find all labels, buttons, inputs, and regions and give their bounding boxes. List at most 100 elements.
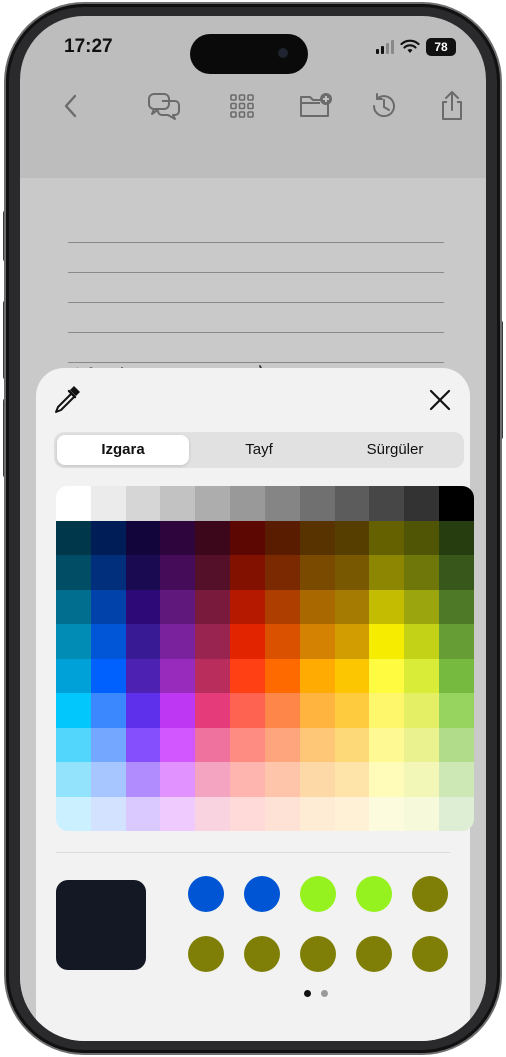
close-icon[interactable] bbox=[426, 386, 454, 414]
color-cell[interactable] bbox=[404, 796, 440, 831]
favorite-color[interactable] bbox=[356, 876, 392, 912]
color-cell[interactable] bbox=[230, 520, 265, 555]
color-cell[interactable] bbox=[160, 693, 196, 728]
page-dot[interactable] bbox=[321, 990, 328, 997]
color-cell[interactable] bbox=[369, 727, 405, 762]
color-cell[interactable] bbox=[230, 693, 265, 728]
favorite-color[interactable] bbox=[188, 876, 224, 912]
color-cell[interactable] bbox=[439, 727, 474, 762]
color-cell[interactable] bbox=[299, 486, 335, 521]
color-cell[interactable] bbox=[404, 555, 440, 590]
color-cell[interactable] bbox=[230, 486, 265, 521]
color-cell[interactable] bbox=[439, 486, 474, 521]
folder-add-icon[interactable] bbox=[298, 88, 334, 124]
color-cell[interactable] bbox=[160, 727, 196, 762]
color-cell[interactable] bbox=[299, 796, 335, 831]
color-cell[interactable] bbox=[90, 796, 126, 831]
color-cell[interactable] bbox=[195, 624, 231, 659]
color-cell[interactable] bbox=[404, 624, 440, 659]
color-cell[interactable] bbox=[195, 555, 231, 590]
color-cell[interactable] bbox=[369, 555, 405, 590]
color-cell[interactable] bbox=[125, 624, 161, 659]
color-cell[interactable] bbox=[264, 658, 300, 693]
tab-grid[interactable]: Izgara bbox=[57, 435, 189, 465]
color-cell[interactable] bbox=[404, 658, 440, 693]
color-cell[interactable] bbox=[125, 555, 161, 590]
color-cell[interactable] bbox=[90, 727, 126, 762]
color-cell[interactable] bbox=[439, 796, 474, 831]
color-cell[interactable] bbox=[369, 486, 405, 521]
color-cell[interactable] bbox=[334, 555, 370, 590]
color-cell[interactable] bbox=[56, 693, 91, 728]
color-cell[interactable] bbox=[334, 727, 370, 762]
color-cell[interactable] bbox=[90, 658, 126, 693]
color-cell[interactable] bbox=[125, 589, 161, 624]
color-cell[interactable] bbox=[90, 589, 126, 624]
favorite-color[interactable] bbox=[300, 876, 336, 912]
favorite-color[interactable] bbox=[356, 936, 392, 972]
color-cell[interactable] bbox=[56, 486, 91, 521]
color-cell[interactable] bbox=[299, 520, 335, 555]
color-cell[interactable] bbox=[299, 589, 335, 624]
color-cell[interactable] bbox=[264, 624, 300, 659]
color-cell[interactable] bbox=[125, 520, 161, 555]
color-cell[interactable] bbox=[56, 727, 91, 762]
color-cell[interactable] bbox=[125, 658, 161, 693]
color-cell[interactable] bbox=[404, 589, 440, 624]
color-cell[interactable] bbox=[334, 658, 370, 693]
color-cell[interactable] bbox=[230, 555, 265, 590]
color-cell[interactable] bbox=[369, 658, 405, 693]
color-cell[interactable] bbox=[264, 727, 300, 762]
color-cell[interactable] bbox=[439, 555, 474, 590]
color-cell[interactable] bbox=[230, 762, 265, 797]
color-cell[interactable] bbox=[369, 762, 405, 797]
color-cell[interactable] bbox=[334, 693, 370, 728]
color-cell[interactable] bbox=[264, 762, 300, 797]
color-cell[interactable] bbox=[56, 520, 91, 555]
color-cell[interactable] bbox=[404, 727, 440, 762]
color-cell[interactable] bbox=[125, 796, 161, 831]
color-cell[interactable] bbox=[264, 486, 300, 521]
color-cell[interactable] bbox=[160, 520, 196, 555]
favorite-color[interactable] bbox=[412, 936, 448, 972]
color-cell[interactable] bbox=[334, 520, 370, 555]
color-cell[interactable] bbox=[369, 693, 405, 728]
color-cell[interactable] bbox=[369, 624, 405, 659]
favorite-color[interactable] bbox=[300, 936, 336, 972]
current-color-swatch[interactable] bbox=[56, 880, 146, 970]
color-cell[interactable] bbox=[299, 555, 335, 590]
color-cell[interactable] bbox=[230, 796, 265, 831]
color-cell[interactable] bbox=[439, 762, 474, 797]
tab-spectrum[interactable]: Tayf bbox=[193, 435, 325, 465]
tab-sliders[interactable]: Sürgüler bbox=[329, 435, 461, 465]
color-cell[interactable] bbox=[230, 658, 265, 693]
comments-icon[interactable] bbox=[146, 88, 182, 124]
color-cell[interactable] bbox=[160, 762, 196, 797]
color-cell[interactable] bbox=[160, 624, 196, 659]
color-cell[interactable] bbox=[334, 589, 370, 624]
page-dot[interactable] bbox=[304, 990, 311, 997]
color-cell[interactable] bbox=[264, 796, 300, 831]
color-cell[interactable] bbox=[264, 555, 300, 590]
color-cell[interactable] bbox=[160, 589, 196, 624]
grid-view-icon[interactable] bbox=[224, 88, 260, 124]
color-cell[interactable] bbox=[90, 762, 126, 797]
color-cell[interactable] bbox=[439, 658, 474, 693]
color-cell[interactable] bbox=[125, 727, 161, 762]
share-icon[interactable] bbox=[434, 88, 470, 124]
page-indicator[interactable] bbox=[304, 990, 328, 997]
color-cell[interactable] bbox=[369, 520, 405, 555]
color-cell[interactable] bbox=[299, 693, 335, 728]
color-cell[interactable] bbox=[195, 693, 231, 728]
color-cell[interactable] bbox=[125, 762, 161, 797]
favorite-color[interactable] bbox=[244, 936, 280, 972]
color-cell[interactable] bbox=[56, 555, 91, 590]
back-chevron-icon[interactable] bbox=[54, 88, 90, 124]
color-cell[interactable] bbox=[90, 555, 126, 590]
color-cell[interactable] bbox=[439, 589, 474, 624]
color-cell[interactable] bbox=[439, 624, 474, 659]
color-cell[interactable] bbox=[125, 693, 161, 728]
color-cell[interactable] bbox=[160, 796, 196, 831]
color-cell[interactable] bbox=[230, 624, 265, 659]
color-cell[interactable] bbox=[160, 486, 196, 521]
